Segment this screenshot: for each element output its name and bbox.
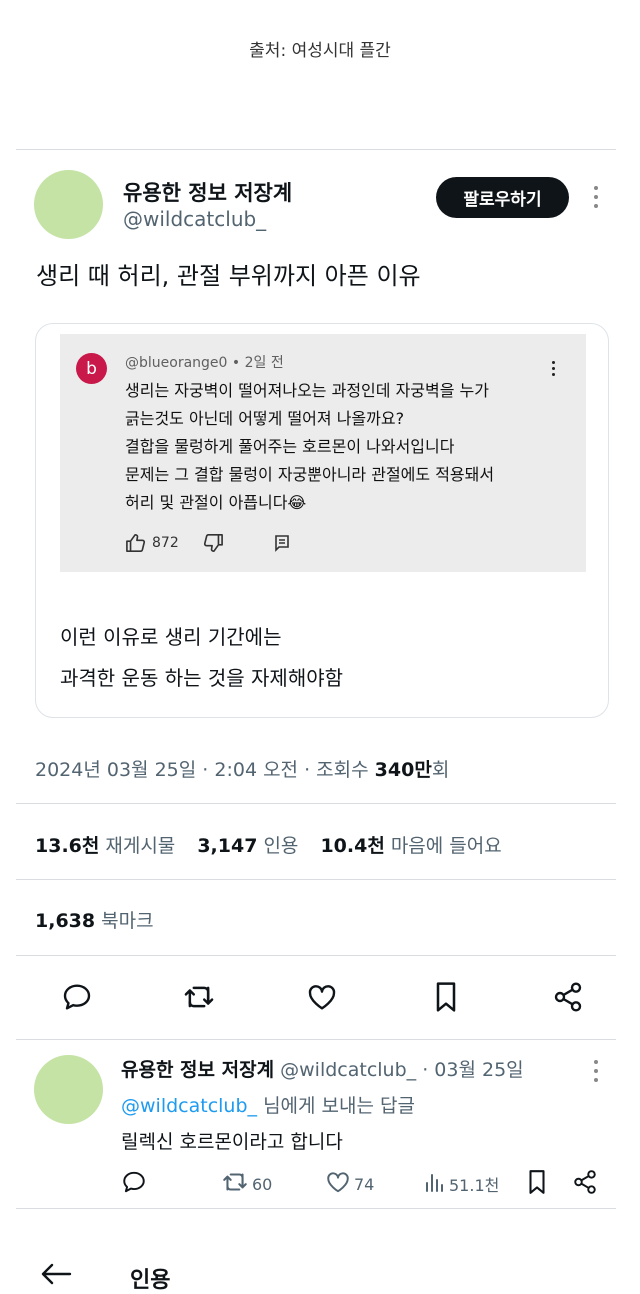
- divider: [16, 803, 616, 804]
- reply-icon[interactable]: [59, 979, 95, 1015]
- reply-more-icon[interactable]: [592, 1060, 600, 1082]
- avatar[interactable]: [34, 170, 103, 239]
- reply-retweet-button[interactable]: 60: [221, 1170, 272, 1198]
- reply-views-button[interactable]: 51.1천: [424, 1170, 499, 1198]
- retweets-stat[interactable]: 13.6천 재게시물: [35, 835, 175, 857]
- likes-stat[interactable]: 10.4천 마음에 들어요: [320, 835, 501, 857]
- bookmark-icon[interactable]: [428, 979, 464, 1015]
- views-label: 조회수: [316, 759, 369, 781]
- reply-icon: [121, 1169, 147, 1199]
- more-options-icon[interactable]: [592, 186, 600, 208]
- divider: [16, 879, 616, 880]
- share-icon: [572, 1169, 598, 1199]
- page-title: 인용: [130, 1268, 171, 1293]
- heart-icon: [325, 1169, 351, 1199]
- author-name[interactable]: 유용한 정보 저장계: [123, 177, 292, 207]
- reply-views-count: 51.1천: [449, 1176, 500, 1195]
- reply-author-handle[interactable]: @wildcatclub_: [280, 1059, 416, 1081]
- reply-like-button[interactable]: 74: [325, 1170, 374, 1198]
- reply-like-count: 74: [354, 1174, 375, 1194]
- comment-more-icon: [549, 361, 557, 376]
- divider: [16, 149, 616, 150]
- retweet-icon[interactable]: [181, 979, 217, 1015]
- source-caption: 출처: 여성시대 플간: [249, 41, 391, 61]
- card-text-line: 과격한 운동 하는 것을 자제해야함: [60, 666, 344, 690]
- divider: [16, 1039, 616, 1040]
- back-arrow-icon[interactable]: [40, 1262, 72, 1290]
- reply-date[interactable]: 03월 25일: [434, 1059, 523, 1081]
- reply-share-button[interactable]: [572, 1170, 598, 1198]
- retweet-icon: [221, 1169, 249, 1199]
- card-text-line: 이런 이유로 생리 기간에는: [60, 625, 282, 649]
- bookmark-icon: [526, 1169, 548, 1199]
- reply-bookmark-button[interactable]: [526, 1170, 548, 1198]
- divider: [16, 955, 616, 956]
- reply-author-name[interactable]: 유용한 정보 저장계: [121, 1059, 274, 1081]
- tweet-meta: 2024년 03월 25일 · 2:04 오전 · 조회수 340만회: [35, 759, 450, 781]
- bookmarks-stat[interactable]: 1,638 북마크: [35, 906, 154, 933]
- tweet-date: 2024년 03월 25일: [35, 759, 197, 781]
- thumbs-up-icon: [125, 533, 147, 557]
- tweet-stats: 13.6천 재게시물 3,147 인용 10.4천 마음에 들어요: [35, 831, 518, 858]
- quotes-stat[interactable]: 3,147 인용: [197, 835, 298, 857]
- comment-line: 문제는 그 결합 물렁이 자궁뿐아니라 관절에도 적용돼서: [125, 465, 495, 484]
- reply-retweet-count: 60: [252, 1174, 273, 1194]
- reply-text: 릴렉신 호르몬이라고 합니다: [121, 1131, 343, 1153]
- comment-line: 긁는것도 아닌데 어떻게 떨어져 나올까요?: [125, 409, 405, 428]
- views-value: 340만: [374, 759, 432, 781]
- comment-likes: 872: [152, 535, 179, 551]
- tweet-time[interactable]: 2:04 오전: [214, 759, 298, 781]
- comment-time: 2일 전: [244, 355, 284, 371]
- views-icon: [424, 1170, 446, 1198]
- comment-header: @blueorange0 • 2일 전: [125, 355, 284, 371]
- comment-reply-icon: [273, 534, 291, 556]
- author-handle[interactable]: @wildcatclub_: [123, 207, 266, 231]
- comment-line: 허리 및 관절이 아픕니다😂: [125, 493, 307, 512]
- reply-to-handle[interactable]: @wildcatclub_: [121, 1095, 257, 1117]
- heart-icon[interactable]: [304, 979, 340, 1015]
- divider: [16, 1208, 616, 1209]
- comment-handle: @blueorange0: [125, 355, 228, 371]
- comment-avatar: b: [76, 353, 107, 384]
- comment-line: 결합을 물렁하게 풀어주는 호르몬이 나와서입니다: [125, 437, 455, 456]
- reply-header: 유용한 정보 저장계 @wildcatclub_ · 03월 25일: [121, 1059, 524, 1081]
- reply-avatar[interactable]: [34, 1055, 103, 1124]
- reply-to: @wildcatclub_ 님에게 보내는 답글: [121, 1091, 415, 1118]
- comment-line: 생리는 자궁벽이 떨어져나오는 과정인데 자궁벽을 누가: [125, 381, 489, 400]
- tweet-text: 생리 때 허리, 관절 부위까지 아픈 이유: [36, 262, 421, 290]
- reply-to-suffix: 님에게 보내는 답글: [263, 1095, 415, 1117]
- thumbs-down-icon: [202, 533, 224, 557]
- follow-button[interactable]: 팔로우하기: [436, 177, 569, 218]
- reply-reply-button[interactable]: [121, 1170, 147, 1198]
- views-unit: 회: [431, 759, 450, 781]
- share-icon[interactable]: [550, 979, 586, 1015]
